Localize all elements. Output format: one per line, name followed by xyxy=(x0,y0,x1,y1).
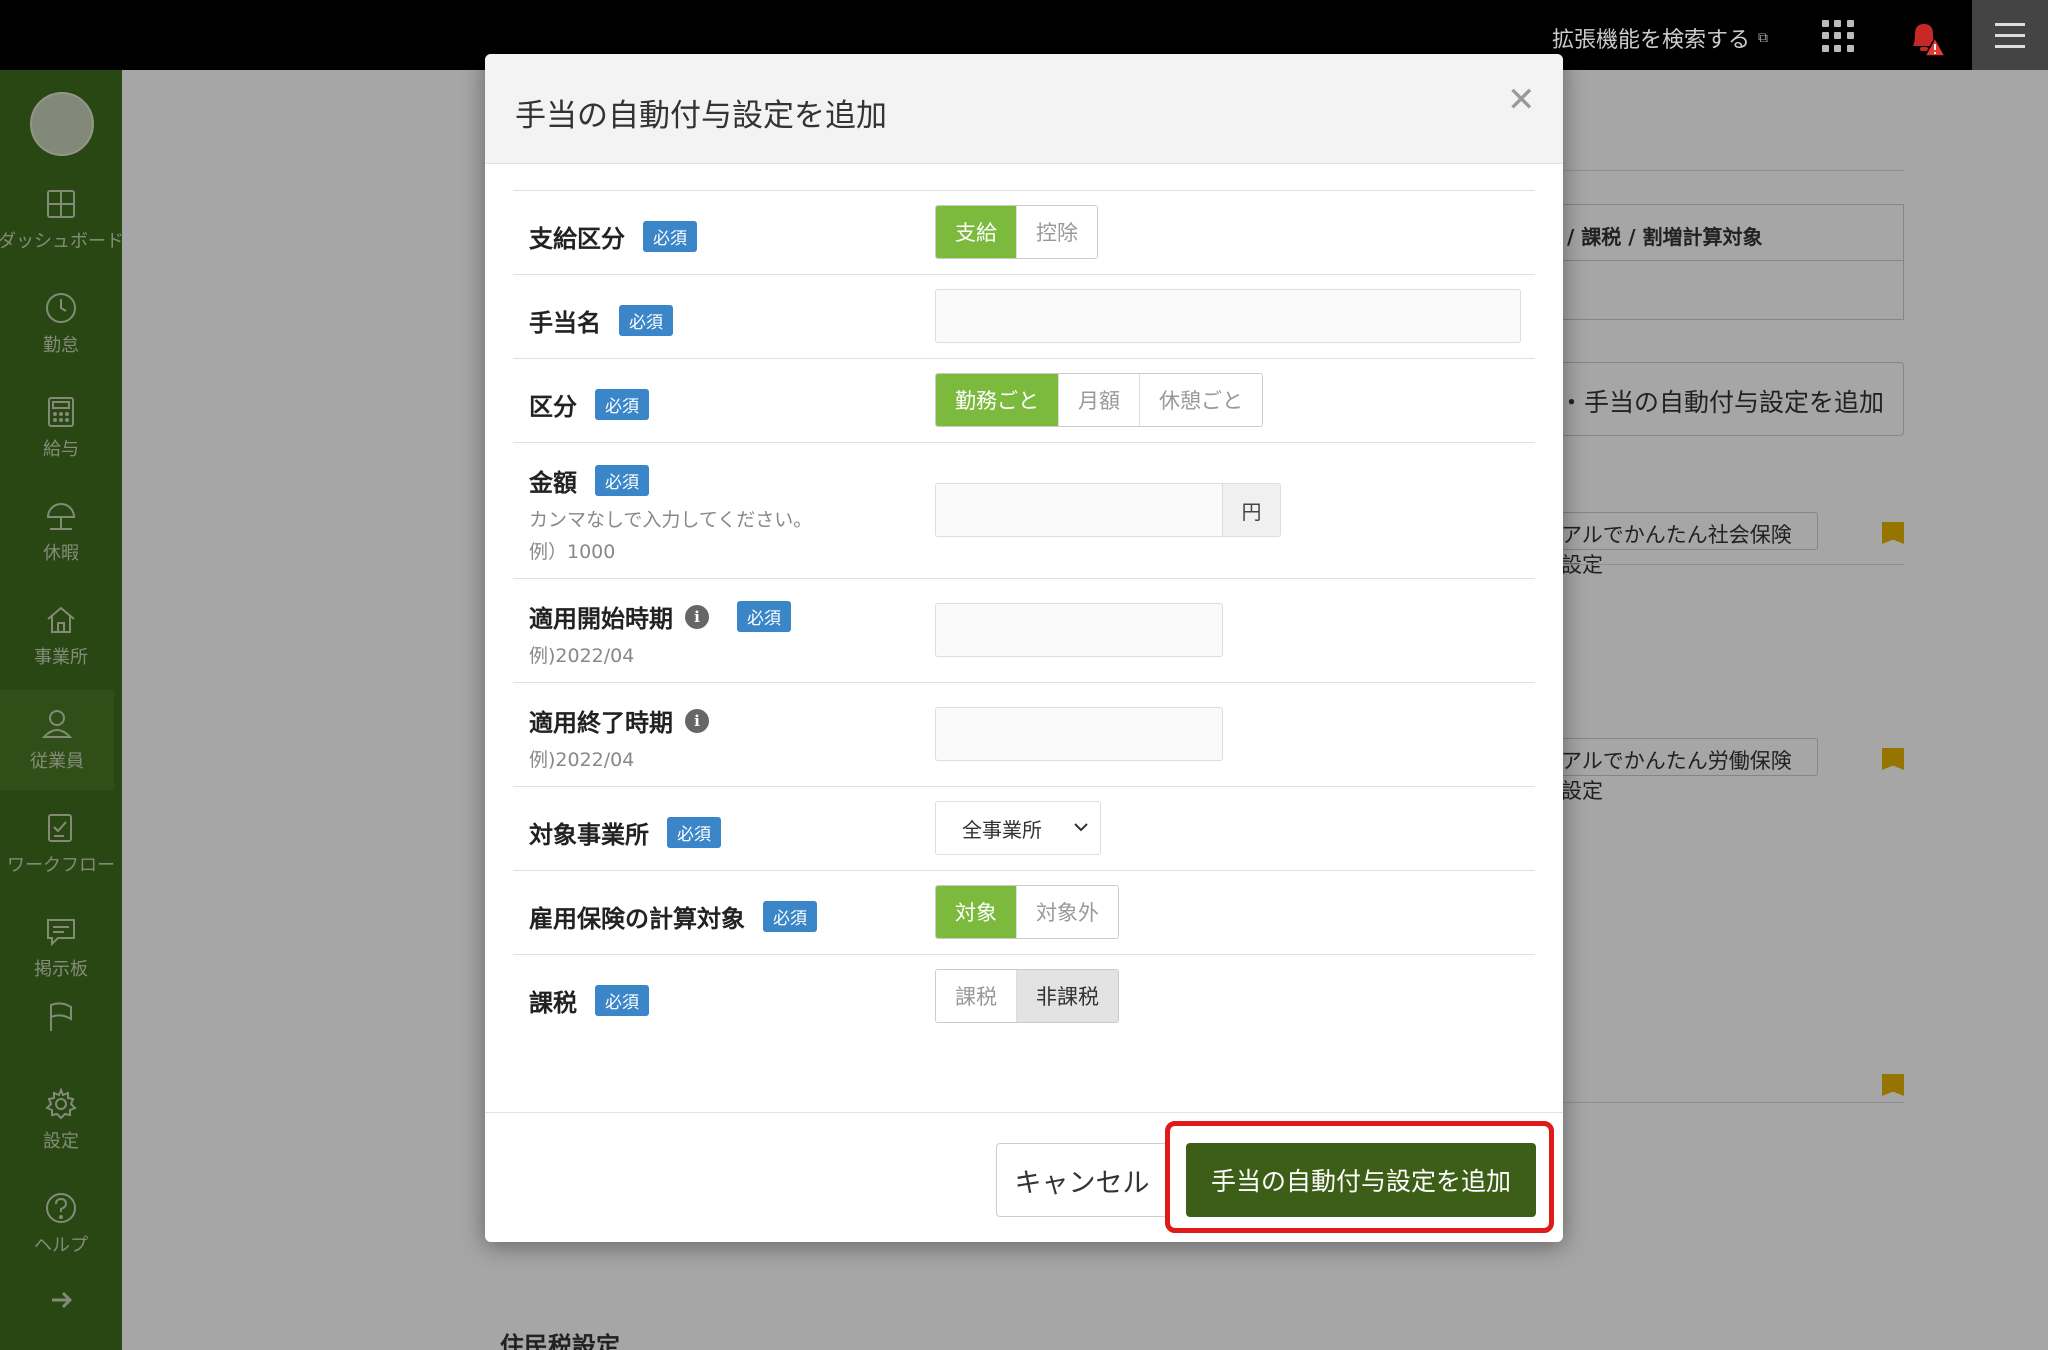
cancel-button[interactable]: キャンセル xyxy=(996,1143,1168,1217)
form-row-start-period: 適用開始時期 i 必須 例)2022/04 xyxy=(513,578,1535,682)
form-row-amount: 金額 必須 カンマなしで入力してください。 例）1000 円 xyxy=(513,442,1535,578)
yen-unit: 円 xyxy=(1222,484,1280,536)
amount-input-group: 円 xyxy=(935,483,1281,537)
bell-icon[interactable] xyxy=(1905,16,1945,60)
required-badge: 必須 xyxy=(595,465,649,496)
field-label: 金額 必須 xyxy=(529,463,649,498)
amount-example: 例）1000 xyxy=(529,541,616,563)
required-badge: 必須 xyxy=(595,985,649,1016)
amount-label: 金額 xyxy=(529,469,577,497)
hamburger-menu-icon[interactable] xyxy=(1972,0,2048,70)
chevron-down-icon xyxy=(1074,823,1088,832)
field-label: 雇用保険の計算対象 必須 xyxy=(529,899,817,934)
category-option-per-shift[interactable]: 勤務ごと xyxy=(936,374,1059,426)
end-period-example: 例)2022/04 xyxy=(529,749,635,771)
form-row-end-period: 適用終了時期 i 例)2022/04 xyxy=(513,682,1535,786)
field-label: 支給区分 必須 xyxy=(529,219,697,254)
payment-type-label: 支給区分 xyxy=(529,225,625,253)
target-office-label: 対象事業所 xyxy=(529,821,649,849)
employment-insurance-label: 雇用保険の計算対象 xyxy=(529,905,745,933)
field-label: 適用終了時期 i xyxy=(529,703,709,738)
amount-hint: カンマなしで入力してください。 xyxy=(529,509,813,531)
allowance-name-input[interactable] xyxy=(935,289,1521,343)
taxation-option-non-taxable[interactable]: 非課税 xyxy=(1017,970,1118,1022)
end-period-input[interactable] xyxy=(935,707,1223,761)
target-office-value: 全事業所 xyxy=(962,817,1042,842)
required-badge: 必須 xyxy=(643,221,697,252)
extension-search-link[interactable]: 拡張機能を検索する ⧉ xyxy=(1552,22,1768,54)
form-row-employment-insurance: 雇用保険の計算対象 必須 対象 対象外 xyxy=(513,870,1535,954)
required-badge: 必須 xyxy=(619,305,673,336)
payment-type-toggle: 支給 控除 xyxy=(935,205,1098,259)
modal-header: 手当の自動付与設定を追加 ✕ xyxy=(485,54,1563,164)
start-period-example: 例)2022/04 xyxy=(529,645,635,667)
extension-search-label: 拡張機能を検索する xyxy=(1552,28,1751,53)
payment-type-option-payment[interactable]: 支給 xyxy=(936,206,1017,258)
taxation-toggle: 課税 非課税 xyxy=(935,969,1119,1023)
form-row-target-office: 対象事業所 必須 全事業所 xyxy=(513,786,1535,870)
field-label: 適用開始時期 i 必須 xyxy=(529,599,791,634)
employment-insurance-option-non-target[interactable]: 対象外 xyxy=(1017,886,1118,938)
taxation-option-taxable[interactable]: 課税 xyxy=(936,970,1017,1022)
modal-title: 手当の自動付与設定を追加 xyxy=(515,98,887,134)
highlight-annotation xyxy=(1165,1121,1554,1233)
start-period-input[interactable] xyxy=(935,603,1223,657)
category-label: 区分 xyxy=(529,393,577,421)
start-period-label: 適用開始時期 xyxy=(529,605,673,633)
payment-type-option-deduction[interactable]: 控除 xyxy=(1017,206,1097,258)
field-label: 課税 必須 xyxy=(529,983,649,1018)
form-row-taxation: 課税 必須 課税 非課税 xyxy=(513,954,1535,1038)
app-grid-icon[interactable] xyxy=(1822,20,1854,52)
required-badge: 必須 xyxy=(667,817,721,848)
allowance-name-label: 手当名 xyxy=(529,309,601,337)
category-option-per-break[interactable]: 休憩ごと xyxy=(1140,374,1262,426)
taxation-label: 課税 xyxy=(529,989,577,1017)
form-row-payment-type: 支給区分 必須 支給 控除 xyxy=(513,190,1535,274)
employment-insurance-toggle: 対象 対象外 xyxy=(935,885,1119,939)
add-allowance-modal: 手当の自動付与設定を追加 ✕ 支給区分 必須 支給 控除 手当名 必須 区分 必… xyxy=(485,54,1563,1242)
info-icon[interactable]: i xyxy=(685,604,709,629)
required-badge: 必須 xyxy=(763,901,817,932)
required-badge: 必須 xyxy=(737,601,791,632)
field-label: 対象事業所 必須 xyxy=(529,815,721,850)
allowance-form: 支給区分 必須 支給 控除 手当名 必須 区分 必須 勤務ごと 月額 休憩ごと … xyxy=(513,190,1535,1038)
info-icon[interactable]: i xyxy=(685,708,709,733)
category-toggle: 勤務ごと 月額 休憩ごと xyxy=(935,373,1263,427)
field-label: 手当名 必須 xyxy=(529,303,673,338)
external-link-icon: ⧉ xyxy=(1758,30,1769,46)
target-office-select[interactable]: 全事業所 xyxy=(935,801,1101,855)
form-row-category: 区分 必須 勤務ごと 月額 休憩ごと xyxy=(513,358,1535,442)
close-icon[interactable]: ✕ xyxy=(1507,80,1536,120)
end-period-label: 適用終了時期 xyxy=(529,709,673,737)
form-row-allowance-name: 手当名 必須 xyxy=(513,274,1535,358)
category-option-monthly[interactable]: 月額 xyxy=(1059,374,1140,426)
field-label: 区分 必須 xyxy=(529,387,649,422)
amount-input[interactable] xyxy=(936,484,1222,536)
employment-insurance-option-target[interactable]: 対象 xyxy=(936,886,1017,938)
required-badge: 必須 xyxy=(595,389,649,420)
